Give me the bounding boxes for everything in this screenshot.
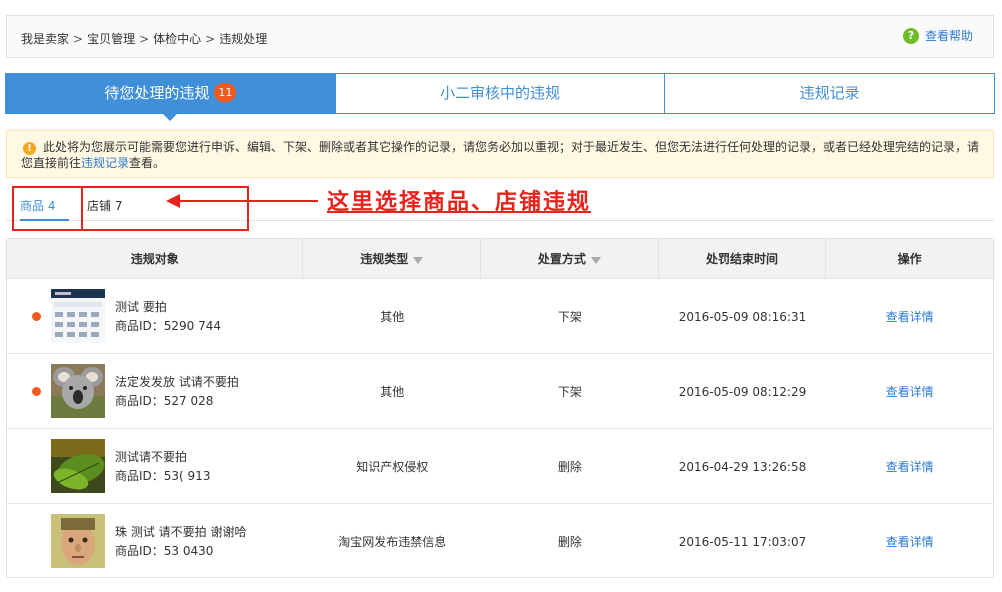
violation-records-link[interactable]: 违规记录 xyxy=(81,156,129,170)
table-row: 法定发发放 试请不要拍 商品ID：527 028 其他 下架 2016-05-0… xyxy=(7,354,993,429)
violation-object-cell: 珠 测试 请不要拍 谢谢哈 商品ID：53 0430 xyxy=(7,504,303,579)
tab-records-label: 违规记录 xyxy=(799,84,860,102)
table-row: 测试请不要拍 商品ID：53( 913 知识产权侵权 删除 2016-04-29… xyxy=(7,429,993,504)
breadcrumb-item-products[interactable]: 宝贝管理 xyxy=(87,30,135,47)
annotation-divider xyxy=(81,186,83,231)
annotation-arrow-line xyxy=(178,200,318,202)
penalty-end-time: 2016-05-09 08:12:29 xyxy=(678,384,807,399)
handling-method: 下架 xyxy=(557,310,582,324)
violation-object-cell: 测试请不要拍 商品ID：53( 913 xyxy=(7,429,303,504)
unread-dot xyxy=(32,312,41,321)
header-type-label: 违规类型 xyxy=(360,252,409,266)
tab-pending-label: 待您处理的违规 xyxy=(104,84,210,102)
view-details-link[interactable]: 查看详情 xyxy=(886,533,934,550)
header-action[interactable]: 处置方式 xyxy=(481,239,659,279)
notice-banner: ! 此处将为您展示可能需要您进行申诉、编辑、下架、删除或者其它操作的记录，请您务… xyxy=(6,130,994,178)
tab-pending[interactable]: 待您处理的违规 11 xyxy=(5,73,336,121)
subtab-goods[interactable]: 商品 4 xyxy=(20,193,70,221)
breadcrumb: 我是卖家 > 宝贝管理 > 体检中心 > 违规处理 xyxy=(21,30,267,47)
breadcrumb-separator: > xyxy=(73,32,84,46)
handling-method: 删除 xyxy=(557,535,582,549)
violations-table: 违规对象 违规类型 处置方式 处罚结束时间 操作 测试 要拍 商品ID：5290… xyxy=(6,238,994,578)
product-info: 法定发发放 试请不要拍 商品ID：527 028 xyxy=(115,373,239,411)
handling-method: 下架 xyxy=(557,385,582,399)
product-title[interactable]: 测试 要拍 xyxy=(115,298,221,317)
breadcrumb-separator: > xyxy=(205,32,216,46)
operation-cell: 查看详情 xyxy=(826,429,993,504)
filter-icon[interactable] xyxy=(413,257,424,264)
filter-icon[interactable] xyxy=(590,257,601,264)
violation-object-cell: 法定发发放 试请不要拍 商品ID：527 028 xyxy=(7,354,303,429)
penalty-end-time: 2016-05-11 17:03:07 xyxy=(678,534,807,549)
table-row: 珠 测试 请不要拍 谢谢哈 商品ID：53 0430 淘宝网发布违禁信息 删除 … xyxy=(7,504,993,579)
product-info: 珠 测试 请不要拍 谢谢哈 商品ID：53 0430 xyxy=(115,523,246,561)
view-details-link[interactable]: 查看详情 xyxy=(886,458,934,475)
violation-type: 淘宝网发布违禁信息 xyxy=(338,535,447,549)
penalty-end-time: 2016-04-29 13:26:58 xyxy=(678,459,807,474)
tab-under-review-label: 小二审核中的违规 xyxy=(440,84,561,102)
violation-object-cell: 测试 要拍 商品ID：5290 744 xyxy=(7,279,303,354)
product-thumbnail[interactable] xyxy=(51,289,105,343)
breadcrumb-item-checkup[interactable]: 体检中心 xyxy=(153,30,201,47)
breadcrumb-bar: 我是卖家 > 宝贝管理 > 体检中心 > 违规处理 ? 查看帮助 xyxy=(6,15,994,58)
product-id: 商品ID：527 028 xyxy=(115,394,214,408)
breadcrumb-item-current: 违规处理 xyxy=(219,32,268,46)
header-operation: 操作 xyxy=(826,239,993,279)
annotation-text: 这里选择商品、店铺违规 xyxy=(327,189,592,215)
header-end-time: 处罚结束时间 xyxy=(659,239,827,279)
header-action-label: 处置方式 xyxy=(537,252,586,266)
product-thumbnail[interactable] xyxy=(51,514,105,568)
breadcrumb-item-seller[interactable]: 我是卖家 xyxy=(21,30,69,47)
product-id: 商品ID：5290 744 xyxy=(115,319,222,333)
view-details-link[interactable]: 查看详情 xyxy=(886,383,934,400)
product-id: 商品ID：53 0430 xyxy=(115,544,214,558)
tab-records[interactable]: 违规记录 xyxy=(665,73,996,114)
violation-type: 知识产权侵权 xyxy=(356,460,429,474)
help-link[interactable]: ? 查看帮助 xyxy=(902,27,973,44)
product-info: 测试请不要拍 商品ID：53( 913 xyxy=(115,448,210,486)
operation-cell: 查看详情 xyxy=(826,504,993,579)
product-info: 测试 要拍 商品ID：5290 744 xyxy=(115,298,221,336)
subtab-shop[interactable]: 店铺 7 xyxy=(87,193,122,221)
tab-under-review[interactable]: 小二审核中的违规 xyxy=(335,73,666,114)
header-operation-label: 操作 xyxy=(897,252,922,266)
violation-type: 其他 xyxy=(380,310,405,324)
notice-text-after: 查看。 xyxy=(129,156,166,170)
table-row: 测试 要拍 商品ID：5290 744 其他 下架 2016-05-09 08:… xyxy=(7,279,993,354)
header-end-time-label: 处罚结束时间 xyxy=(705,252,778,266)
product-thumbnail[interactable] xyxy=(51,364,105,418)
product-title[interactable]: 测试请不要拍 xyxy=(115,448,210,467)
notice-text: 此处将为您展示可能需要您进行申诉、编辑、下架、删除或者其它操作的记录，请您务必加… xyxy=(21,139,983,171)
breadcrumb-separator: > xyxy=(139,32,150,46)
view-details-link[interactable]: 查看详情 xyxy=(886,308,934,325)
violation-type: 其他 xyxy=(380,385,405,399)
header-type[interactable]: 违规类型 xyxy=(303,239,482,279)
question-icon: ? xyxy=(902,27,919,44)
penalty-end-time: 2016-05-09 08:16:31 xyxy=(678,309,807,324)
product-thumbnail[interactable] xyxy=(51,439,105,493)
header-object-label: 违规对象 xyxy=(130,252,179,266)
product-title[interactable]: 法定发发放 试请不要拍 xyxy=(115,373,239,392)
violation-tabs: 待您处理的违规 11 小二审核中的违规 违规记录 xyxy=(5,73,996,121)
operation-cell: 查看详情 xyxy=(826,279,993,354)
operation-cell: 查看详情 xyxy=(826,354,993,429)
unread-dot xyxy=(32,387,41,396)
help-label: 查看帮助 xyxy=(924,29,973,43)
pending-count-badge: 11 xyxy=(214,83,237,102)
product-id: 商品ID：53( 913 xyxy=(115,469,211,483)
handling-method: 删除 xyxy=(557,460,582,474)
header-object: 违规对象 xyxy=(7,239,304,279)
table-header: 违规对象 违规类型 处置方式 处罚结束时间 操作 xyxy=(7,239,993,279)
product-title[interactable]: 珠 测试 请不要拍 谢谢哈 xyxy=(115,523,246,542)
